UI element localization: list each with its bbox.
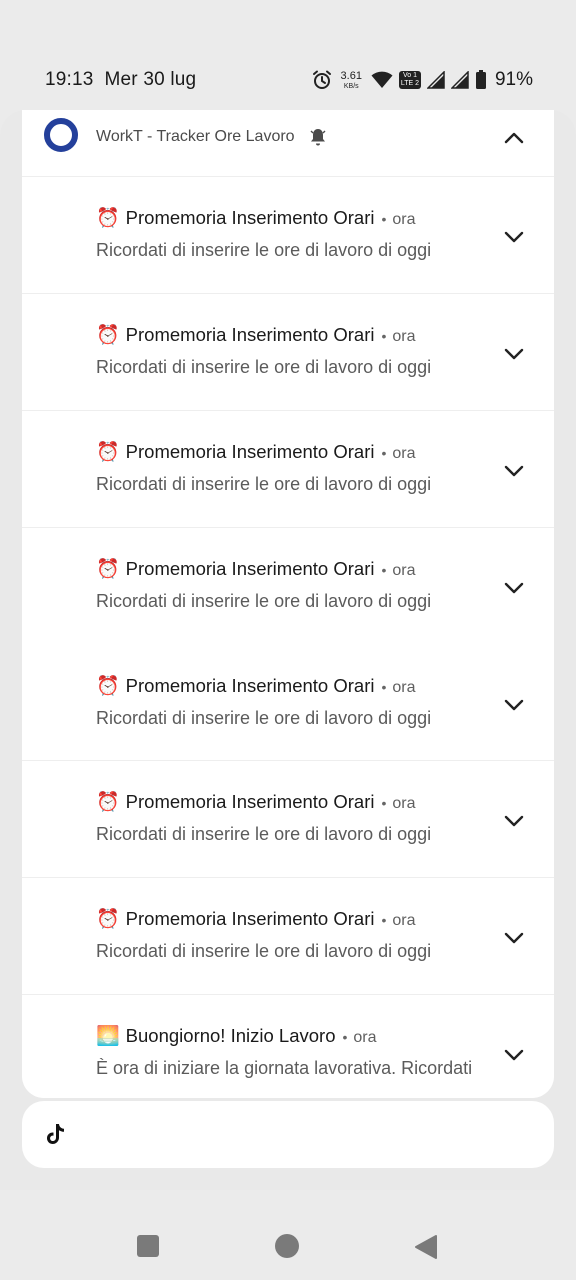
notification-item[interactable]: ⏰ Promemoria Inserimento Orari • ora Ric…: [22, 877, 554, 994]
alarm-clock-emoji: ⏰: [96, 325, 120, 346]
home-icon[interactable]: [275, 1234, 299, 1258]
chevron-down-icon[interactable]: [500, 691, 528, 719]
group-header[interactable]: WorkT - Tracker Ore Lavoro: [22, 110, 554, 176]
status-date: Mer 30 lug: [104, 69, 197, 90]
notification-title: Promemoria Inserimento Orari: [125, 207, 375, 228]
notification-title: Buongiorno! Inizio Lavoro: [125, 1025, 336, 1046]
status-bar: 19:13 Mer 30 lug 3.61 KB/s Vo 1 LTE 2 91…: [0, 0, 576, 110]
chevron-down-icon[interactable]: [500, 340, 528, 368]
notification-body: È ora di iniziare la giornata lavorativa…: [96, 1058, 473, 1078]
signal-icon-1: [426, 71, 445, 89]
volte-label-2: LTE 2: [400, 80, 420, 87]
separator-dot: •: [342, 1029, 348, 1045]
notification-item[interactable]: ⏰ Promemoria Inserimento Orari • ora Ric…: [22, 293, 554, 410]
notification-title-row: ⏰ Promemoria Inserimento Orari • ora: [96, 207, 416, 229]
notification-item[interactable]: ⏰ Promemoria Inserimento Orari • ora Ric…: [22, 176, 554, 293]
volte-label-1: Vo 1: [402, 72, 417, 79]
alarm-icon: [312, 70, 331, 89]
net-speed-unit: KB/s: [343, 82, 359, 90]
notification-time: ora: [392, 211, 416, 228]
notification-item[interactable]: ⏰ Promemoria Inserimento Orari • ora Ric…: [22, 644, 554, 761]
notification-title: Promemoria Inserimento Orari: [125, 791, 375, 812]
notification-time: ora: [392, 795, 416, 812]
chevron-down-icon[interactable]: [500, 924, 528, 952]
notification-title-row: ⏰ Promemoria Inserimento Orari • ora: [96, 908, 416, 930]
notification-title-row: ⏰ Promemoria Inserimento Orari • ora: [96, 791, 416, 813]
notification-shade: WorkT - Tracker Ore Lavoro ⏰ Promemoria …: [0, 110, 576, 1190]
alarm-clock-emoji: ⏰: [96, 909, 120, 930]
notification-group-tiktok[interactable]: [22, 1101, 554, 1168]
notification-body: Ricordati di inserire le ore di lavoro d…: [96, 708, 432, 728]
status-clock: 19:13 Mer 30 lug: [45, 69, 196, 91]
separator-dot: •: [381, 795, 387, 811]
signal-icon-2: [450, 71, 469, 89]
notification-body: Ricordati di inserire le ore di lavoro d…: [96, 474, 432, 494]
separator-dot: •: [381, 912, 387, 928]
app-name: WorkT - Tracker Ore Lavoro: [96, 128, 295, 145]
wifi-icon: [371, 71, 393, 88]
back-icon[interactable]: [414, 1234, 438, 1260]
notification-time: ora: [392, 562, 416, 579]
notification-body: Ricordati di inserire le ore di lavoro d…: [96, 357, 432, 377]
notification-title: Promemoria Inserimento Orari: [125, 441, 375, 462]
alarm-clock-emoji: ⏰: [96, 792, 120, 813]
bell-icon: [310, 129, 326, 146]
separator-dot: •: [381, 211, 387, 227]
notification-body: Ricordati di inserire le ore di lavoro d…: [96, 824, 432, 844]
notification-item[interactable]: ⏰ Promemoria Inserimento Orari • ora Ric…: [22, 760, 554, 877]
status-time: 19:13: [45, 69, 94, 90]
alarm-clock-emoji: ⏰: [96, 208, 120, 229]
sunrise-emoji: 🌅: [96, 1026, 120, 1047]
notification-body: Ricordati di inserire le ore di lavoro d…: [96, 941, 432, 961]
notification-title-row: ⏰ Promemoria Inserimento Orari • ora: [96, 324, 416, 346]
notification-title: Promemoria Inserimento Orari: [125, 558, 375, 579]
notification-title: Promemoria Inserimento Orari: [125, 324, 375, 345]
chevron-down-icon[interactable]: [500, 807, 528, 835]
separator-dot: •: [381, 445, 387, 461]
notification-title: Promemoria Inserimento Orari: [125, 675, 375, 696]
notification-time: ora: [392, 328, 416, 345]
notification-time: ora: [392, 679, 416, 696]
separator-dot: •: [381, 679, 387, 695]
notification-body: Ricordati di inserire le ore di lavoro d…: [96, 240, 432, 260]
chevron-down-icon[interactable]: [500, 1041, 528, 1069]
notification-group-workt[interactable]: WorkT - Tracker Ore Lavoro ⏰ Promemoria …: [22, 110, 554, 1098]
notification-title-row: 🌅 Buongiorno! Inizio Lavoro • ora: [96, 1025, 377, 1047]
chevron-down-icon[interactable]: [500, 574, 528, 602]
chevron-down-icon[interactable]: [500, 223, 528, 251]
battery-icon: [475, 70, 486, 89]
status-icons: 3.61 KB/s Vo 1 LTE 2 91%: [312, 66, 533, 94]
chevron-down-icon[interactable]: [500, 457, 528, 485]
notification-time: ora: [353, 1029, 377, 1046]
alarm-clock-emoji: ⏰: [96, 442, 120, 463]
notification-item[interactable]: ⏰ Promemoria Inserimento Orari • ora Ric…: [22, 410, 554, 527]
notification-title: Promemoria Inserimento Orari: [125, 908, 375, 929]
notification-time: ora: [392, 912, 416, 929]
notification-title-row: ⏰ Promemoria Inserimento Orari • ora: [96, 675, 416, 697]
recents-icon[interactable]: [137, 1235, 159, 1257]
app-icon: [44, 118, 78, 152]
volte-icon: Vo 1 LTE 2: [398, 71, 421, 89]
notification-item[interactable]: 🌅 Buongiorno! Inizio Lavoro • ora È ora …: [22, 994, 554, 1098]
tiktok-icon: [47, 1124, 64, 1144]
navigation-bar: [0, 1190, 576, 1280]
notification-item[interactable]: ⏰ Promemoria Inserimento Orari • ora Ric…: [22, 527, 554, 644]
notification-time: ora: [392, 445, 416, 462]
notification-body: Ricordati di inserire le ore di lavoro d…: [96, 591, 432, 611]
alarm-clock-emoji: ⏰: [96, 676, 120, 697]
separator-dot: •: [381, 562, 387, 578]
net-speed: 3.61 KB/s: [340, 69, 362, 90]
separator-dot: •: [381, 328, 387, 344]
net-speed-value: 3.61: [340, 69, 362, 82]
notification-title-row: ⏰ Promemoria Inserimento Orari • ora: [96, 441, 416, 463]
notification-title-row: ⏰ Promemoria Inserimento Orari • ora: [96, 558, 416, 580]
battery-percent: 91%: [494, 69, 533, 90]
chevron-up-icon[interactable]: [500, 124, 528, 152]
alarm-clock-emoji: ⏰: [96, 559, 120, 580]
